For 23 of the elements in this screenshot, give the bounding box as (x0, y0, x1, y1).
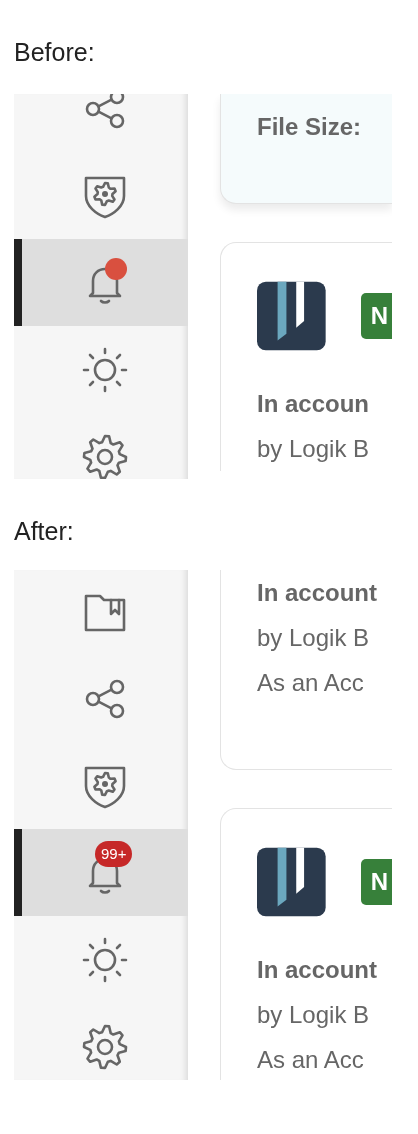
notification-dot (105, 257, 127, 280)
sun-icon (81, 935, 129, 984)
sidebar-item[interactable] (14, 239, 188, 326)
card-text: by Logik B (257, 1000, 370, 1030)
card-title: In account (257, 578, 377, 608)
sidebar-item[interactable]: 99+ (14, 829, 188, 916)
card-text: by Logik B (257, 623, 370, 653)
settings-icon (81, 1022, 129, 1071)
sun-icon (81, 345, 129, 394)
logo (257, 847, 326, 917)
section-label: Before: (14, 37, 96, 68)
logo (257, 281, 326, 351)
card-title: In accoun (257, 389, 370, 419)
section-label: After: (14, 516, 75, 547)
settings-icon (81, 432, 129, 479)
notification-count: 99+ (95, 840, 133, 867)
status-tag: N (360, 293, 392, 339)
card-title: File Size: (257, 112, 362, 142)
card-text: As an Acc (257, 668, 364, 698)
card-text: by Logik B (257, 434, 370, 464)
card-text: As an Acc (257, 1045, 364, 1075)
card-title: In account (257, 955, 377, 985)
status-tag: N (360, 859, 392, 905)
